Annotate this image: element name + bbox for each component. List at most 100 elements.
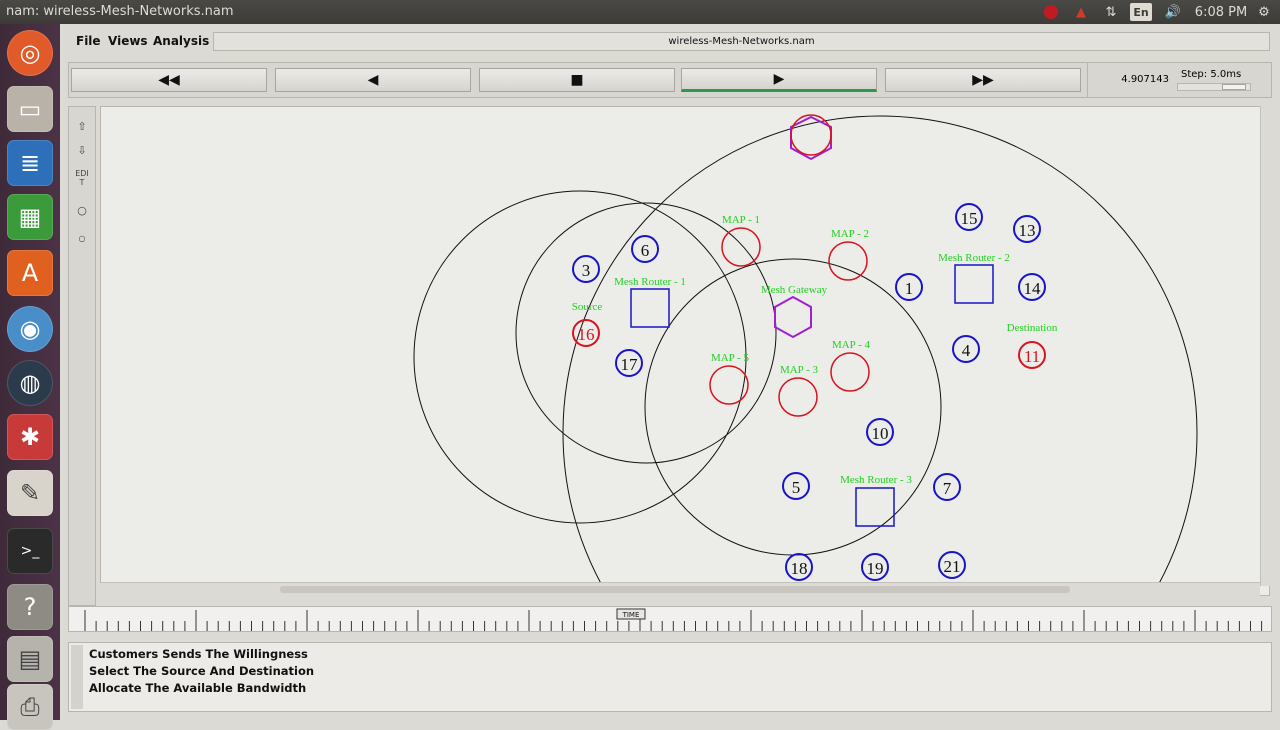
mesh-router-2[interactable]: [954, 264, 994, 304]
map-2-node[interactable]: [828, 241, 868, 281]
play-button[interactable]: ▶: [681, 68, 877, 92]
step-slider-thumb[interactable]: [1222, 84, 1246, 90]
step-back-button[interactable]: ◀: [275, 68, 471, 92]
node-11-id: 11: [1024, 347, 1040, 366]
mesh-router-1[interactable]: [630, 288, 670, 328]
stop-button[interactable]: ■: [479, 68, 675, 92]
node-15[interactable]: 15: [955, 203, 983, 231]
network-topology[interactable]: Mesh Gateway Mesh Router - 1 Mesh Router…: [101, 107, 1270, 596]
warning-icon[interactable]: ▲: [1070, 3, 1092, 21]
node-16[interactable]: 16: [572, 319, 600, 347]
top-gateway-ring: [790, 114, 832, 156]
map-1-label: MAP - 1: [722, 214, 760, 226]
clock[interactable]: 6:08 PM: [1192, 3, 1250, 21]
node-10[interactable]: 10: [866, 418, 894, 446]
node-18[interactable]: 18: [785, 553, 813, 581]
node-19[interactable]: 19: [861, 553, 889, 581]
map-1-node[interactable]: [721, 227, 761, 267]
map-3-label: MAP - 3: [780, 364, 819, 376]
range-circle: [562, 115, 1198, 595]
timeline-ticks: TIME: [84, 608, 1263, 631]
canvas-horizontal-scrollbar[interactable]: [100, 582, 1260, 596]
keyboard-layout-indicator[interactable]: En: [1130, 3, 1152, 21]
nam-window: File Views Analysis wireless-Mesh-Networ…: [60, 24, 1280, 720]
network-icon[interactable]: ⇅: [1100, 3, 1122, 21]
annotation-line[interactable]: Select The Source And Destination: [89, 664, 314, 678]
files-icon[interactable]: ▭: [7, 86, 53, 132]
sim-time-display: 4.907143: [1087, 63, 1173, 97]
canvas-vertical-scrollbar[interactable]: [1260, 106, 1274, 586]
node-21[interactable]: 21: [938, 551, 966, 579]
workspace-switcher-icon[interactable]: ▤: [7, 636, 53, 682]
zoom-out-icon[interactable]: ⇩: [71, 139, 93, 161]
node-14[interactable]: 14: [1018, 273, 1046, 301]
step-slider[interactable]: [1177, 83, 1251, 91]
annotation-line[interactable]: Customers Sends The Willingness: [89, 647, 308, 661]
timeline-slider[interactable]: TIME: [68, 606, 1272, 632]
map-5-node[interactable]: [709, 365, 749, 405]
menu-analysis[interactable]: Analysis: [153, 34, 209, 48]
menu-file[interactable]: File: [76, 34, 101, 48]
node-1[interactable]: 1: [895, 273, 923, 301]
mesh-router-3-label: Mesh Router - 3: [840, 474, 912, 486]
node-5[interactable]: 5: [782, 472, 810, 500]
text-editor-icon[interactable]: ✎: [7, 470, 53, 516]
timeline-marker-label: TIME: [622, 611, 640, 619]
network-canvas[interactable]: Mesh Gateway Mesh Router - 1 Mesh Router…: [100, 106, 1270, 596]
scrollbar-thumb[interactable]: [280, 586, 1070, 593]
terminal-icon[interactable]: >_: [7, 528, 53, 574]
node-5-id: 5: [792, 478, 801, 497]
node-4[interactable]: 4: [952, 335, 980, 363]
node-17[interactable]: 17: [615, 349, 643, 377]
node-6[interactable]: 6: [631, 235, 659, 263]
volume-icon[interactable]: 🔊: [1162, 3, 1184, 21]
zoom-in-icon[interactable]: ⇧: [71, 115, 93, 137]
edit-mode-button[interactable]: EDIT: [71, 167, 93, 189]
record-icon[interactable]: [1040, 3, 1062, 21]
large-node-icon[interactable]: ○: [71, 199, 93, 221]
calc-icon[interactable]: ▦: [7, 194, 53, 240]
map-4-node[interactable]: [830, 352, 870, 392]
map-3-node[interactable]: [778, 377, 818, 417]
writer-icon[interactable]: ≣: [7, 140, 53, 186]
annotation-line[interactable]: Allocate The Available Bandwidth: [89, 681, 306, 695]
node-16-id: 16: [578, 325, 595, 344]
launcher: ◎ ▭ ≣ ▦ A ◉ ◍ ✱ ✎ >_ ? ▤ ⎙: [0, 24, 60, 730]
node-21-id: 21: [944, 557, 961, 576]
small-node-icon[interactable]: ○: [71, 227, 93, 249]
node-13-id: 13: [1019, 221, 1036, 240]
node-4-id: 4: [962, 341, 971, 360]
chromium-icon[interactable]: ◉: [7, 306, 53, 352]
help-icon[interactable]: ?: [7, 584, 53, 630]
ubuntu-dash-icon[interactable]: ◎: [7, 30, 53, 76]
annotation-panel: Customers Sends The Willingness Select T…: [68, 642, 1272, 712]
node-13[interactable]: 13: [1013, 215, 1041, 243]
software-center-icon[interactable]: A: [7, 250, 53, 296]
window-title: nam: wireless-Mesh-Networks.nam: [6, 4, 234, 19]
mesh-gateway-node[interactable]: [774, 295, 812, 339]
node-3[interactable]: 3: [572, 255, 600, 283]
fast-forward-button[interactable]: ▶▶: [885, 68, 1081, 92]
node-7-id: 7: [943, 479, 952, 498]
node-3-id: 3: [582, 261, 591, 280]
node-7[interactable]: 7: [933, 473, 961, 501]
node-17-id: 17: [621, 355, 639, 374]
step-label: Step: 5.0ms: [1181, 69, 1242, 80]
top-panel: nam: wireless-Mesh-Networks.nam ▲ ⇅ En 🔊…: [0, 0, 1280, 24]
rewind-button[interactable]: ◀◀: [71, 68, 267, 92]
browser-globe-icon[interactable]: ◍: [7, 360, 53, 406]
mesh-gateway-label: Mesh Gateway: [761, 284, 828, 296]
range-circle: [644, 258, 942, 556]
node-11[interactable]: 11: [1018, 341, 1046, 369]
settings-gear-icon[interactable]: ⚙: [1254, 3, 1274, 21]
edit-toolbox: ⇧ ⇩ EDIT ○ ○: [68, 106, 96, 606]
printer-icon[interactable]: ⎙: [7, 684, 53, 730]
mesh-router-2-label: Mesh Router - 2: [938, 252, 1010, 264]
playback-controls: ◀◀ ◀ ■ ▶ ▶▶ 4.907143 Step: 5.0ms: [68, 62, 1272, 98]
annotation-scrollbar[interactable]: [71, 645, 83, 709]
system-settings-icon[interactable]: ✱: [7, 414, 53, 460]
node-19-id: 19: [867, 559, 884, 578]
node-18-id: 18: [791, 559, 808, 578]
map-4-label: MAP - 4: [832, 339, 871, 351]
menu-views[interactable]: Views: [108, 34, 148, 48]
